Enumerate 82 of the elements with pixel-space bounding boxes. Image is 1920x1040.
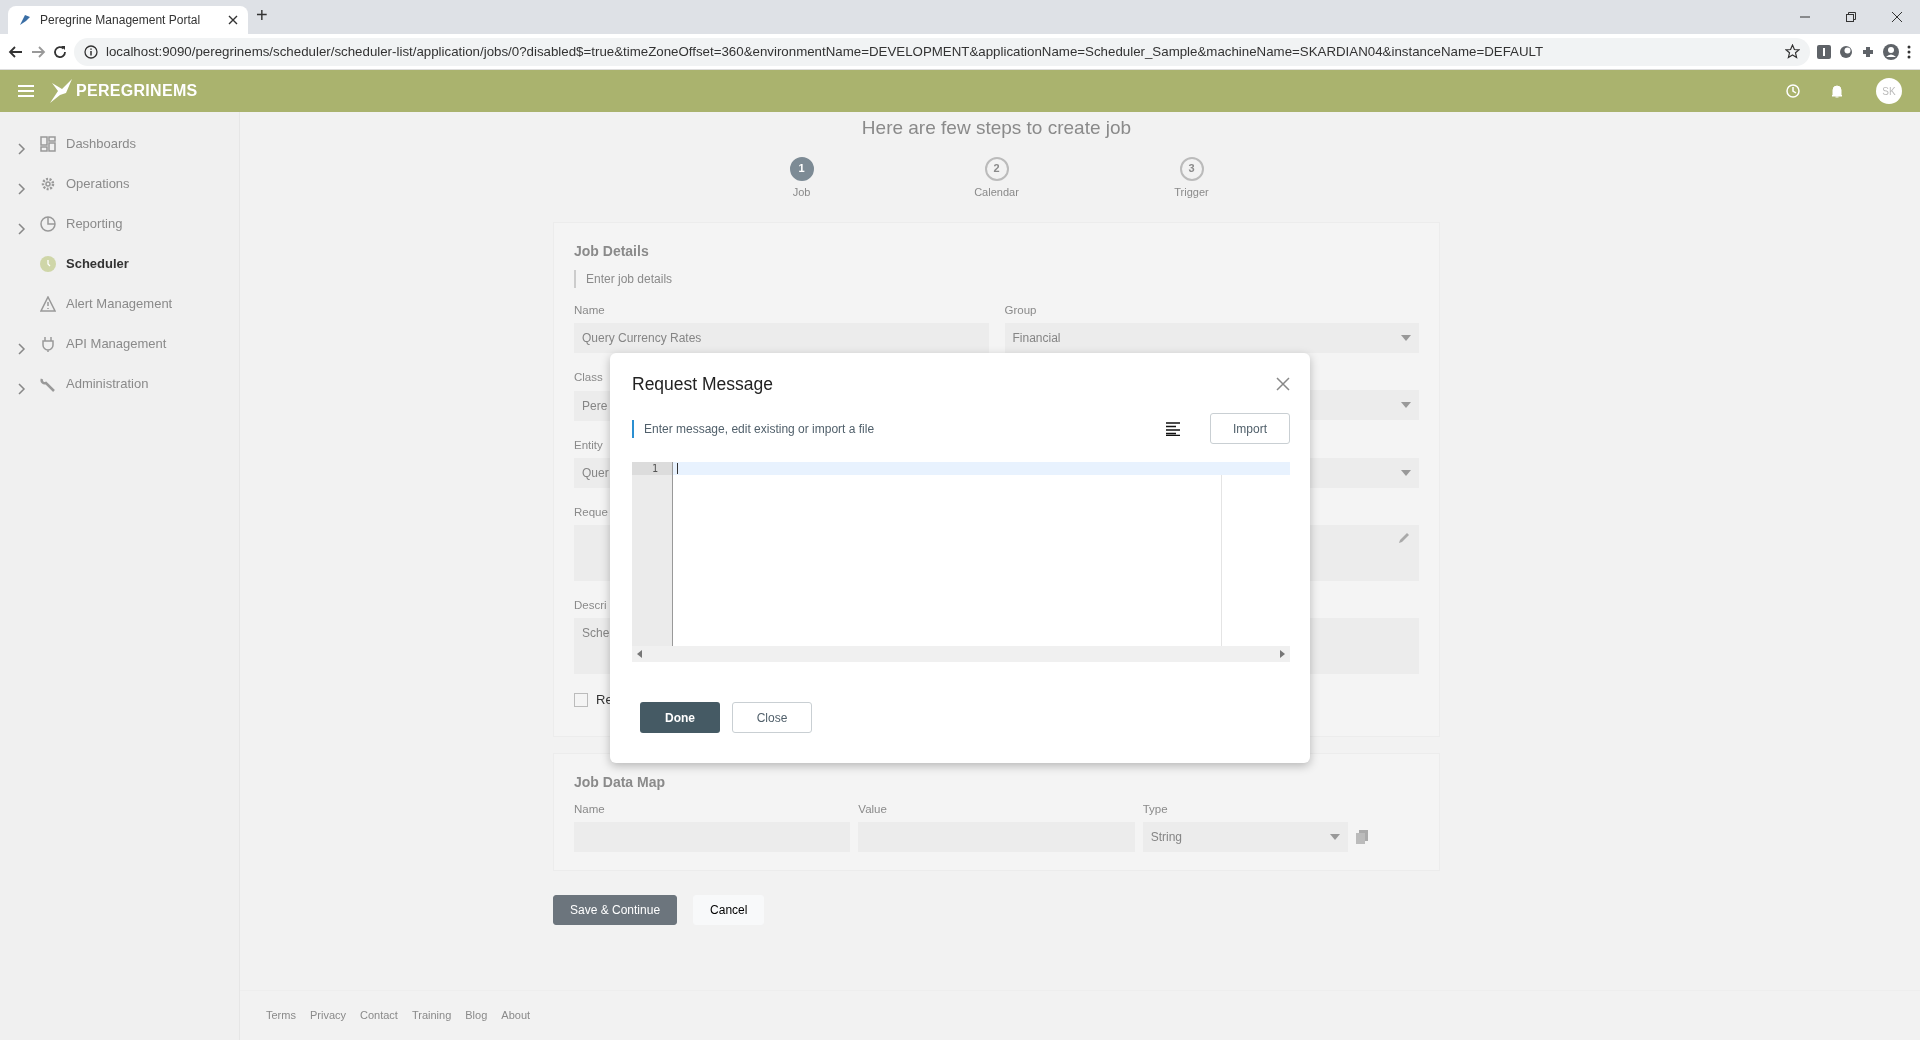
field-label: Reque xyxy=(574,504,608,520)
caret-icon xyxy=(1401,335,1411,342)
field-label: Descri xyxy=(574,598,607,613)
import-button[interactable]: Import xyxy=(1210,413,1290,445)
wizard-step[interactable]: 1 Job xyxy=(771,156,832,200)
chevron-right-icon[interactable] xyxy=(18,182,26,195)
close-button[interactable]: Close xyxy=(732,702,812,734)
caret-icon xyxy=(1401,469,1411,476)
profile-icon[interactable] xyxy=(1882,42,1900,61)
menu-icon[interactable] xyxy=(1906,43,1912,60)
save-button[interactable]: Save & Continue xyxy=(553,895,678,925)
extension-icon[interactable] xyxy=(1816,43,1832,60)
warning-icon xyxy=(40,296,56,312)
pie-chart-icon xyxy=(40,216,56,232)
reload-icon[interactable] xyxy=(52,43,68,60)
sidebar-item[interactable]: Reporting xyxy=(0,204,239,244)
browser-tab[interactable]: Peregrine Management Portal xyxy=(8,6,248,34)
extension-icon[interactable] xyxy=(1838,43,1854,60)
sidebar-item[interactable]: Administration xyxy=(0,364,239,404)
modal-title: Request Message xyxy=(632,373,774,396)
chevron-right-icon[interactable] xyxy=(18,142,26,155)
user-avatar[interactable]: SK xyxy=(1876,78,1902,104)
column-label: Type xyxy=(1142,801,1168,817)
footer-link[interactable]: Terms xyxy=(266,1007,296,1024)
chevron-right-icon[interactable] xyxy=(18,382,26,395)
back-arrow-icon[interactable] xyxy=(8,43,24,60)
info-icon[interactable] xyxy=(84,44,98,59)
wrench-icon xyxy=(40,376,56,392)
page-heading: Here are few steps to create job xyxy=(860,116,1133,140)
caret-icon xyxy=(1329,834,1340,840)
section-title: Job Details xyxy=(574,242,650,261)
input-field[interactable]: Query Currency Rates xyxy=(574,323,989,354)
section-subtitle: Enter job details xyxy=(574,270,1419,288)
brand-name: PEREGRINEMS xyxy=(76,81,198,101)
column-label: Value xyxy=(858,801,887,817)
sidebar-item[interactable]: Alert Management xyxy=(0,284,239,324)
footer-link[interactable]: Blog xyxy=(465,1007,488,1024)
copy-icon[interactable] xyxy=(1355,830,1368,844)
wizard-step[interactable]: 3 Trigger xyxy=(1161,156,1222,200)
footer-link[interactable]: Privacy xyxy=(309,1007,346,1024)
sidebar-item[interactable]: Scheduler xyxy=(0,244,239,284)
restore-icon[interactable] xyxy=(1846,12,1856,22)
field-label: Entity xyxy=(574,437,603,453)
checkbox[interactable] xyxy=(574,693,588,707)
chevron-right-icon[interactable] xyxy=(18,222,26,235)
column-label: Name xyxy=(574,801,605,817)
dropdown-field[interactable]: String xyxy=(1142,822,1348,852)
modal-subtitle: Enter message, edit existing or import a file xyxy=(632,419,1166,438)
caret-icon xyxy=(1401,402,1411,409)
wizard-step[interactable]: 2 Calendar xyxy=(966,156,1027,200)
field-label: Name xyxy=(574,303,605,318)
scroll-right-icon[interactable] xyxy=(1280,650,1285,659)
section-title: Job Data Map xyxy=(574,772,666,792)
align-left-icon[interactable] xyxy=(1166,421,1180,436)
clock-icon[interactable] xyxy=(1786,84,1800,98)
field-label: Group xyxy=(1004,303,1037,318)
forward-arrow-icon[interactable] xyxy=(30,43,46,60)
footer-link[interactable]: Training xyxy=(411,1007,452,1024)
sidebar-item[interactable]: API Management xyxy=(0,324,239,364)
cancel-button[interactable]: Cancel xyxy=(693,895,765,925)
line-number: 1 xyxy=(632,462,672,476)
close-icon[interactable] xyxy=(228,15,238,25)
dropdown-field[interactable]: Financial xyxy=(1004,323,1419,354)
chevron-right-icon[interactable] xyxy=(18,342,26,355)
sidebar-item[interactable]: Dashboards xyxy=(0,124,239,164)
url-text: localhost:9090/peregrinems/scheduler/scheduler-list/application/jobs/0?disabled$=true&timeZoneOffset=360&environmentName=DEVELOPMENT&applicationName=Scheduler_Sample&machineName=SKARDIAN04&instanceName=DEFAULT xyxy=(106,42,1544,61)
scroll-left-icon[interactable] xyxy=(637,650,642,659)
bell-icon[interactable] xyxy=(1830,84,1844,98)
plug-icon xyxy=(40,336,56,352)
star-icon[interactable] xyxy=(1785,44,1800,59)
footer-link[interactable]: Contact xyxy=(360,1007,398,1024)
gear-icon xyxy=(40,176,56,192)
code-editor[interactable]: 1 xyxy=(632,462,1290,663)
address-bar[interactable] xyxy=(74,37,1810,66)
footer-link[interactable]: About xyxy=(501,1007,531,1024)
sidebar-item[interactable]: Operations xyxy=(0,164,239,204)
close-icon[interactable] xyxy=(1892,12,1902,22)
grid-icon xyxy=(40,136,56,152)
clock-icon xyxy=(40,256,56,272)
done-button[interactable]: Done xyxy=(640,702,720,734)
field-label: Class xyxy=(574,370,603,386)
new-tab-button[interactable]: + xyxy=(256,0,268,30)
